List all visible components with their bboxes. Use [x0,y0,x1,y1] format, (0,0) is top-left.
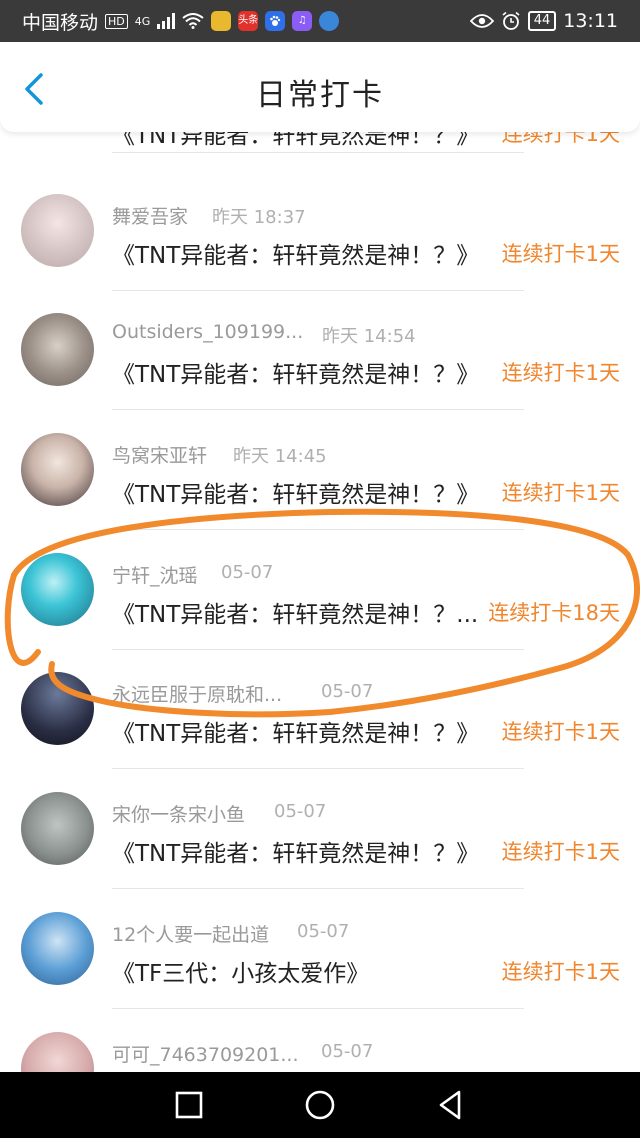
streak-label: 连续打卡1天 [501,242,620,266]
row-divider [112,649,524,650]
recent-apps-icon[interactable] [171,1087,207,1123]
toutiao-icon: 头条 [238,11,259,31]
avatar[interactable] [21,792,94,865]
list-item[interactable]: 可可_7463709201... 05-07 [0,1028,640,1072]
avatar[interactable] [21,194,94,267]
avatar[interactable] [21,672,94,745]
list-item[interactable]: Outsiders_109199... 昨天 14:54 《TNT异能者：轩轩竟… [0,309,640,428]
list-item[interactable]: 鸟窝宋亚轩 昨天 14:45 《TNT异能者：轩轩竟然是神！？》 连续打卡1天 [0,429,640,548]
checkin-time: 昨天 14:45 [233,446,327,467]
music-icon: ♫ [292,11,313,31]
user-name[interactable]: 可可_7463709201... [112,1040,297,1067]
browser-icon [319,11,340,31]
list-item[interactable]: 舞爱吾家 昨天 18:37 《TNT异能者：轩轩竟然是神！？》 连续打卡1天 [0,190,640,309]
user-name[interactable]: 永远臣服于原耽和... [112,680,282,707]
row-divider [112,768,524,769]
hd-badge: HD [105,13,128,29]
book-title[interactable]: 《TF三代：小孩太爱作》 [112,954,369,988]
streak-label: 连续打卡1天 [501,960,620,984]
list-item[interactable]: 永远臣服于原耽和... 05-07 《TNT异能者：轩轩竟然是神！？》 连续打卡… [0,668,640,787]
baidu-paw-icon [265,11,286,31]
checkin-time: 05-07 [321,1041,374,1062]
user-name[interactable]: 12个人要一起出道 [112,920,269,947]
status-bar: 中国移动 HD 4G 头条 ♫ 44 13:11 [0,0,640,42]
avatar[interactable] [21,553,94,626]
user-name[interactable]: 舞爱吾家 [112,202,188,229]
page-header: 日常打卡 [0,42,640,132]
avatar[interactable] [21,433,94,506]
list-item[interactable]: 宁轩_沈瑶 05-07 《TNT异能者：轩轩竟然是神！？... 连续打卡18天 [0,549,640,668]
avatar[interactable] [21,313,94,386]
book-title[interactable]: 《TNT异能者：轩轩竟然是神！？》 [112,714,479,748]
book-title[interactable]: 《TNT异能者：轩轩竟然是神！？》 [112,236,479,270]
checkin-time: 昨天 18:37 [212,207,306,228]
home-icon[interactable] [302,1087,338,1123]
user-name[interactable]: 宁轩_沈瑶 [112,561,198,588]
checkin-list[interactable]: 《TNT异能者：轩轩竟然是神！？》 连续打卡1天 舞爱吾家 昨天 18:37 《… [0,100,640,1072]
carrier-label: 中国移动 [22,11,99,34]
checkin-time: 05-07 [274,801,327,822]
battery-indicator: 44 [527,11,557,31]
list-item[interactable]: 宋你一条宋小鱼 05-07 《TNT异能者：轩轩竟然是神！？》 连续打卡1天 [0,788,640,907]
row-divider [112,152,524,153]
user-name[interactable]: 宋你一条宋小鱼 [112,800,245,827]
row-divider [112,529,524,530]
status-right: 44 13:11 [469,10,618,32]
avatar[interactable] [21,912,94,985]
checkin-time: 05-07 [321,681,374,702]
status-left: 中国移动 HD 4G 头条 ♫ [22,8,340,35]
checkin-time: 昨天 14:54 [322,326,416,347]
book-title[interactable]: 《TNT异能者：轩轩竟然是神！？》 [112,834,479,868]
checkin-time: 05-07 [297,921,350,942]
clock-time: 13:11 [563,10,618,32]
row-divider [112,290,524,291]
row-divider [112,888,524,889]
network-label: 4G [134,14,151,28]
eye-icon [469,13,494,29]
row-divider [112,409,524,410]
signal-icon [157,13,176,29]
app-icon-yellow [211,11,232,31]
streak-label: 连续打卡1天 [501,361,620,385]
system-nav-bar [0,1072,640,1138]
user-name[interactable]: 鸟窝宋亚轩 [112,441,207,468]
checkin-time: 05-07 [221,562,274,583]
back-triangle-icon[interactable] [433,1087,469,1123]
streak-label: 连续打卡1天 [501,481,620,505]
book-title[interactable]: 《TNT异能者：轩轩竟然是神！？... [112,595,478,629]
wifi-icon [182,13,204,29]
list-item[interactable]: 12个人要一起出道 05-07 《TF三代：小孩太爱作》 连续打卡1天 [0,908,640,1027]
book-title[interactable]: 《TNT异能者：轩轩竟然是神！？》 [112,475,479,509]
streak-label: 连续打卡18天 [488,601,620,625]
streak-label: 连续打卡1天 [501,840,620,864]
row-divider [112,1008,524,1009]
user-name[interactable]: Outsiders_109199... [112,321,303,343]
book-title[interactable]: 《TNT异能者：轩轩竟然是神！？》 [112,355,479,389]
page-title: 日常打卡 [256,78,384,113]
avatar[interactable] [21,1032,94,1072]
alarm-icon [501,11,521,31]
streak-label: 连续打卡1天 [501,720,620,744]
